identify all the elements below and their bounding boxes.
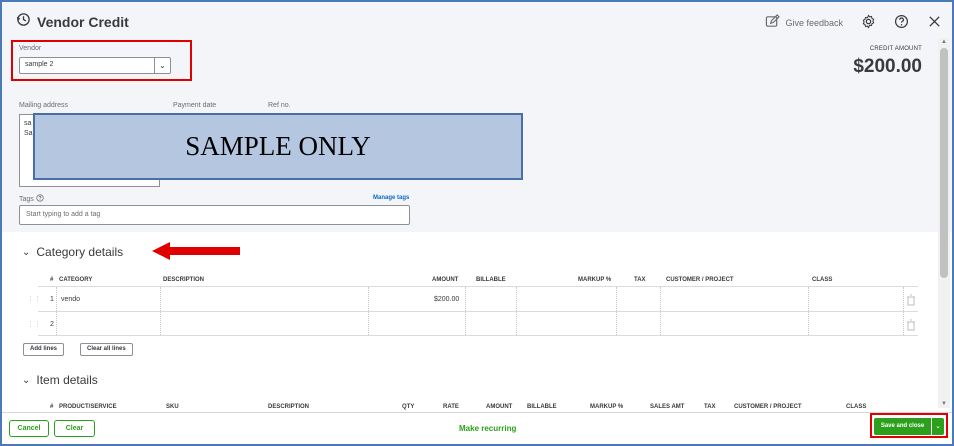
- tags-input[interactable]: Start typing to add a tag: [19, 205, 410, 225]
- clear-button[interactable]: Clear: [54, 420, 95, 437]
- tags-label-group: Tags: [19, 194, 44, 204]
- make-recurring-link[interactable]: Make recurring: [459, 424, 516, 433]
- cancel-button[interactable]: Cancel: [9, 420, 49, 437]
- vendor-value: sample 2: [25, 61, 54, 68]
- trash-icon[interactable]: [906, 318, 916, 331]
- table-row[interactable]: 1 vendo $200.00: [38, 286, 918, 311]
- red-arrow-annotation: [152, 242, 240, 260]
- item-details-header[interactable]: ⌄ Item details: [22, 373, 98, 387]
- item-details-title: Item details: [36, 373, 98, 387]
- col-amount: AMOUNT: [432, 277, 459, 283]
- header-actions: Give feedback: [765, 14, 942, 31]
- credit-amount-value: $200.00: [853, 56, 922, 77]
- feedback-icon: [765, 14, 781, 31]
- col-tax: TAX: [634, 277, 646, 283]
- give-feedback-label: Give feedback: [785, 17, 843, 28]
- col-num: #: [50, 277, 54, 283]
- table-row[interactable]: 2: [38, 311, 918, 336]
- ref-no-label: Ref no.: [268, 102, 291, 109]
- col-rate: RATE: [443, 404, 459, 410]
- mailing-address-label: Mailing address: [19, 102, 69, 109]
- row-amount[interactable]: $200.00: [434, 296, 459, 303]
- save-and-close-button[interactable]: Save and close: [874, 418, 931, 435]
- row-category[interactable]: vendo: [61, 296, 80, 303]
- vendor-credit-window: Vendor Credit Give feedback Vendor sampl…: [0, 0, 954, 446]
- title-area: Vendor Credit: [16, 12, 129, 32]
- help-icon[interactable]: [894, 14, 909, 31]
- chevron-down-icon[interactable]: ⌄: [154, 58, 170, 73]
- info-icon[interactable]: [36, 194, 44, 204]
- col-description: DESCRIPTION: [163, 277, 205, 283]
- col-billable: BILLABLE: [476, 277, 506, 283]
- vendor-label: Vendor: [19, 45, 42, 52]
- credit-amount-label: CREDIT AMOUNT: [869, 46, 922, 52]
- clear-all-lines-button[interactable]: Clear all lines: [80, 343, 133, 356]
- add-lines-button[interactable]: Add lines: [23, 343, 65, 356]
- category-details-header[interactable]: ⌄ Category details: [22, 245, 123, 259]
- col-sales-amt: SALES AMT: [650, 404, 685, 410]
- col-num: #: [50, 404, 54, 410]
- manage-tags-link[interactable]: Manage tags: [373, 195, 409, 201]
- col-product-service: PRODUCT/SERVICE: [59, 404, 117, 410]
- col-class: CLASS: [846, 404, 867, 410]
- scroll-down-icon[interactable]: ▼: [941, 401, 947, 407]
- chevron-down-icon[interactable]: ⌄: [22, 375, 30, 386]
- category-details-title: Category details: [36, 245, 124, 259]
- col-category: CATEGORY: [59, 277, 93, 283]
- col-qty: QTY: [402, 404, 415, 410]
- vertical-scrollbar[interactable]: ▲ ▼: [938, 38, 950, 408]
- payment-date-label: Payment date: [173, 102, 217, 109]
- chevron-down-icon[interactable]: ⌄: [932, 418, 944, 435]
- col-description: DESCRIPTION: [268, 404, 310, 410]
- col-class: CLASS: [812, 277, 833, 283]
- col-tax: TAX: [704, 404, 716, 410]
- gear-icon[interactable]: [861, 14, 876, 31]
- col-customer-project: CUSTOMER / PROJECT: [666, 277, 734, 283]
- page-title: Vendor Credit: [37, 14, 129, 30]
- save-highlight-box: Save and close ⌄: [870, 413, 948, 438]
- close-icon[interactable]: [927, 14, 942, 31]
- give-feedback-link[interactable]: Give feedback: [765, 14, 843, 31]
- sample-watermark: SAMPLE ONLY: [33, 113, 523, 180]
- tags-label: Tags: [19, 195, 34, 203]
- row-num: 2: [50, 321, 54, 328]
- row-num: 1: [50, 296, 54, 303]
- category-table-header: # CATEGORY DESCRIPTION AMOUNT BILLABLE M…: [38, 273, 918, 287]
- scroll-up-icon[interactable]: ▲: [941, 39, 947, 45]
- scrollbar-thumb[interactable]: [940, 48, 948, 278]
- col-sku: SKU: [166, 404, 179, 410]
- col-markup: MARKUP %: [590, 404, 624, 410]
- vendor-select[interactable]: sample 2 ⌄: [19, 57, 171, 74]
- col-customer-project: CUSTOMER / PROJECT: [734, 404, 802, 410]
- history-icon[interactable]: [16, 12, 31, 32]
- col-amount: AMOUNT: [486, 404, 513, 410]
- chevron-down-icon[interactable]: ⌄: [22, 247, 30, 258]
- trash-icon[interactable]: [906, 293, 916, 306]
- col-billable: BILLABLE: [527, 404, 557, 410]
- col-markup: MARKUP %: [578, 277, 612, 283]
- footer-bar: Cancel Clear Make recurring Save and clo…: [2, 412, 952, 444]
